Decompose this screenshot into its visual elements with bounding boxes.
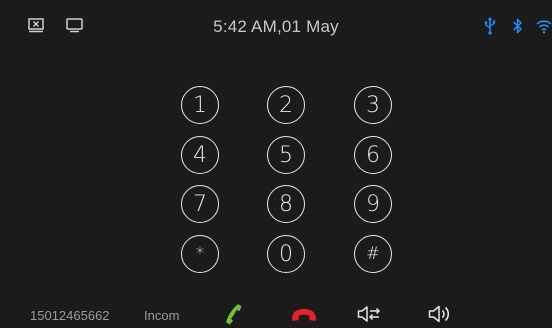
key-6[interactable]: 6 [354,136,392,174]
key-3[interactable]: 3 [354,86,392,124]
hang-up-icon[interactable] [290,307,318,328]
key-0[interactable]: 0 [267,235,305,273]
key-8[interactable]: 8 [267,185,305,223]
key-hash[interactable]: # [354,235,392,273]
key-4[interactable]: 4 [181,136,219,174]
phone-dialer-screen: 5:42 AM,01 May 1 2 3 4 5 6 7 8 9 * 0 # 1… [0,0,552,328]
call-control-bar: 15012465662 Incom [0,296,552,328]
key-2[interactable]: 2 [267,86,305,124]
key-7[interactable]: 7 [181,185,219,223]
audio-switch-icon[interactable] [357,304,381,328]
call-status-label: Incom [144,308,180,323]
dial-keypad: 1 2 3 4 5 6 7 8 9 * 0 # [0,0,552,328]
answer-call-icon[interactable] [222,302,244,328]
key-1[interactable]: 1 [181,86,219,124]
speaker-icon[interactable] [428,303,454,328]
key-9[interactable]: 9 [354,185,392,223]
key-5[interactable]: 5 [267,136,305,174]
caller-number: 15012465662 [30,308,110,323]
key-star[interactable]: * [181,235,219,273]
